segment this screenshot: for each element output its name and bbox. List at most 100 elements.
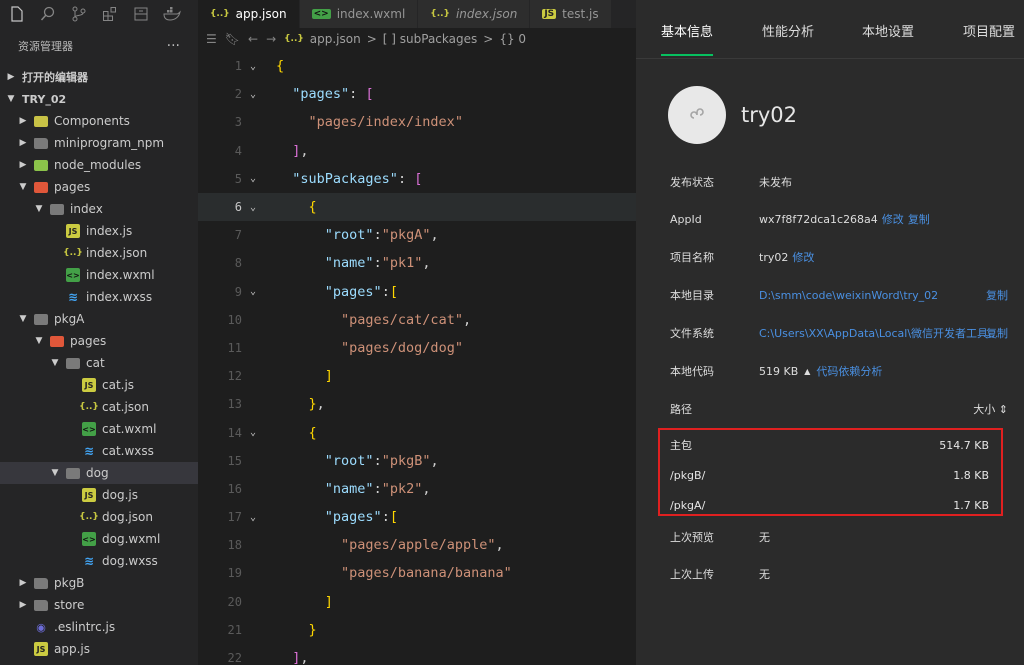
tree-item[interactable]: ▼ pkgA bbox=[0, 308, 198, 330]
copy-appid-link[interactable]: 复制 bbox=[908, 211, 930, 227]
code-area[interactable]: 1 ⌄{2 ⌄ "pages": [3 "pages/index/index" 4 ]… bbox=[198, 52, 636, 665]
copy-dir-link[interactable]: 复制 bbox=[986, 287, 1008, 303]
tree-item[interactable]: ▼ pages bbox=[0, 330, 198, 352]
tree-item[interactable]: ▶ store bbox=[0, 594, 198, 616]
tree-item[interactable]: ▼ pages bbox=[0, 176, 198, 198]
editor-tab[interactable]: JS test.js bbox=[530, 0, 612, 28]
fold-chevron-icon[interactable]: ⌄ bbox=[250, 512, 276, 523]
storage-icon[interactable] bbox=[132, 5, 150, 23]
editor-tab[interactable]: <> index.wxml bbox=[299, 0, 419, 28]
package-size-row: 主包 514.7 KB bbox=[670, 435, 989, 455]
fold-chevron-icon[interactable]: ⌄ bbox=[250, 427, 276, 438]
code-line[interactable]: 8 "name":"pk1", bbox=[198, 249, 636, 277]
tree-item[interactable]: {..} cat.json bbox=[0, 396, 198, 418]
code-line[interactable]: 10 "pages/cat/cat", bbox=[198, 306, 636, 334]
code-line[interactable]: 5 ⌄ "subPackages": [ bbox=[198, 165, 636, 193]
file-system-link[interactable]: C:\Users\XX\AppData\Local\微信开发者工具... bbox=[759, 325, 999, 341]
code-line[interactable]: 16 "name":"pk2", bbox=[198, 475, 636, 503]
row-local-code: 本地代码 519 KB ▲ 代码依赖分析 bbox=[670, 361, 1008, 381]
fold-chevron-icon[interactable]: ⌄ bbox=[250, 61, 276, 72]
tree-item[interactable]: ▼ index bbox=[0, 198, 198, 220]
editor-tab[interactable]: {..} app.json bbox=[198, 0, 300, 28]
breadcrumb-item[interactable]: {} 0 bbox=[499, 32, 526, 46]
search-icon[interactable] bbox=[39, 5, 57, 23]
code-line[interactable]: 11 "pages/dog/dog" bbox=[198, 334, 636, 362]
tree-item[interactable]: ≋ dog.wxss bbox=[0, 550, 198, 572]
tab-basic-info[interactable]: 基本信息 bbox=[661, 21, 714, 56]
fold-chevron-icon[interactable]: ⌄ bbox=[250, 89, 276, 100]
bookmark-icon[interactable]: 🔖︎ bbox=[225, 32, 240, 46]
code-line[interactable]: 15 "root":"pkgB", bbox=[198, 447, 636, 475]
code-line[interactable]: 20 ] bbox=[198, 588, 636, 616]
source-control-icon[interactable] bbox=[70, 5, 88, 23]
back-arrow-icon[interactable]: ← bbox=[248, 32, 258, 46]
code-line[interactable]: 3 "pages/index/index" bbox=[198, 108, 636, 136]
tree-item[interactable]: ▶ miniprogram_npm bbox=[0, 132, 198, 154]
code-token: "pages" bbox=[324, 509, 382, 526]
tree-item[interactable]: ▼ cat bbox=[0, 352, 198, 374]
breadcrumb-path[interactable]: {..} app.json > [ ] subPackages > {} 0 bbox=[284, 32, 526, 46]
project-section[interactable]: ▼ TRY_02 bbox=[0, 88, 198, 110]
tab-project-config[interactable]: 项目配置 bbox=[963, 21, 1015, 40]
tree-item[interactable]: <> dog.wxml bbox=[0, 528, 198, 550]
tree-item[interactable]: JS app.js bbox=[0, 638, 198, 660]
size-sort-button[interactable]: 大小 ⇕ bbox=[973, 401, 1008, 417]
tree-item[interactable]: JS index.js bbox=[0, 220, 198, 242]
code-line[interactable]: 2 ⌄ "pages": [ bbox=[198, 80, 636, 108]
code-line[interactable]: 14 ⌄ { bbox=[198, 418, 636, 446]
tree-item[interactable]: ▼ dog bbox=[0, 462, 198, 484]
copy-fs-link[interactable]: 复制 bbox=[986, 325, 1008, 341]
caret-up-icon[interactable]: ▲ bbox=[804, 367, 810, 376]
code-line[interactable]: 18 "pages/apple/apple", bbox=[198, 531, 636, 559]
code-line[interactable]: 7 "root":"pkgA", bbox=[198, 221, 636, 249]
breadcrumb-item[interactable]: app.json bbox=[310, 32, 361, 46]
open-editors-section[interactable]: ▶ 打开的编辑器 bbox=[0, 66, 198, 88]
fold-chevron-icon[interactable]: ⌄ bbox=[250, 173, 276, 184]
tree-item[interactable]: ▶ pkgB bbox=[0, 572, 198, 594]
code-token: : bbox=[373, 452, 382, 469]
tree-item-label: index.wxss bbox=[86, 290, 153, 304]
code-line[interactable]: 13 }, bbox=[198, 390, 636, 418]
fold-chevron-icon[interactable]: ⌄ bbox=[250, 202, 276, 213]
fold-chevron-icon[interactable]: ⌄ bbox=[250, 286, 276, 297]
tree-item[interactable]: ◉ .eslintrc.js bbox=[0, 616, 198, 638]
code-token: , bbox=[495, 537, 504, 554]
code-text: { bbox=[276, 58, 284, 74]
tree-item[interactable]: ≋ cat.wxss bbox=[0, 440, 198, 462]
code-line[interactable]: 4 ], bbox=[198, 137, 636, 165]
files-icon[interactable] bbox=[8, 5, 26, 23]
code-line[interactable]: 19 "pages/banana/banana" bbox=[198, 559, 636, 587]
tree-item[interactable]: <> cat.wxml bbox=[0, 418, 198, 440]
edit-appid-link[interactable]: 修改 bbox=[882, 211, 904, 227]
wxml-file-icon: <> bbox=[311, 9, 331, 19]
docker-icon[interactable] bbox=[163, 5, 181, 23]
editor-tab[interactable]: {..} index.json bbox=[418, 0, 531, 28]
code-line[interactable]: 6 ⌄ { bbox=[198, 192, 636, 222]
more-actions-icon[interactable]: ··· bbox=[167, 38, 180, 54]
extensions-icon[interactable] bbox=[101, 5, 119, 23]
tree-item[interactable]: <> index.wxml bbox=[0, 264, 198, 286]
code-line[interactable]: 22 ], bbox=[198, 644, 636, 665]
tree-item[interactable]: ≋ index.wxss bbox=[0, 286, 198, 308]
forward-arrow-icon[interactable]: → bbox=[266, 32, 276, 46]
local-dir-link[interactable]: D:\smm\code\weixinWord\try_02 bbox=[759, 289, 938, 302]
breadcrumb-item[interactable]: [ ] subPackages bbox=[383, 32, 477, 46]
code-line[interactable]: 9 ⌄ "pages":[ bbox=[198, 278, 636, 306]
tree-item[interactable]: {..} index.json bbox=[0, 242, 198, 264]
code-line[interactable]: 12 ] bbox=[198, 362, 636, 390]
tree-item[interactable]: {..} dog.json bbox=[0, 506, 198, 528]
list-icon[interactable]: ☰ bbox=[206, 32, 217, 46]
code-line[interactable]: 21 } bbox=[198, 616, 636, 644]
tree-item[interactable]: JS dog.js bbox=[0, 484, 198, 506]
tree-item[interactable]: ▶ node_modules bbox=[0, 154, 198, 176]
tab-performance[interactable]: 性能分析 bbox=[762, 21, 814, 40]
dependency-analysis-link[interactable]: 代码依赖分析 bbox=[816, 363, 882, 379]
tab-local-settings[interactable]: 本地设置 bbox=[862, 21, 914, 40]
code-line[interactable]: 1 ⌄{ bbox=[198, 52, 636, 80]
tree-item[interactable]: JS cat.js bbox=[0, 374, 198, 396]
chevron-down-icon: ▼ bbox=[35, 336, 43, 346]
code-line[interactable]: 17 ⌄ "pages":[ bbox=[198, 503, 636, 531]
tree-item[interactable]: ▶ Components bbox=[0, 110, 198, 132]
edit-name-link[interactable]: 修改 bbox=[792, 249, 814, 265]
code-text: "name":"pk2", bbox=[276, 481, 431, 497]
